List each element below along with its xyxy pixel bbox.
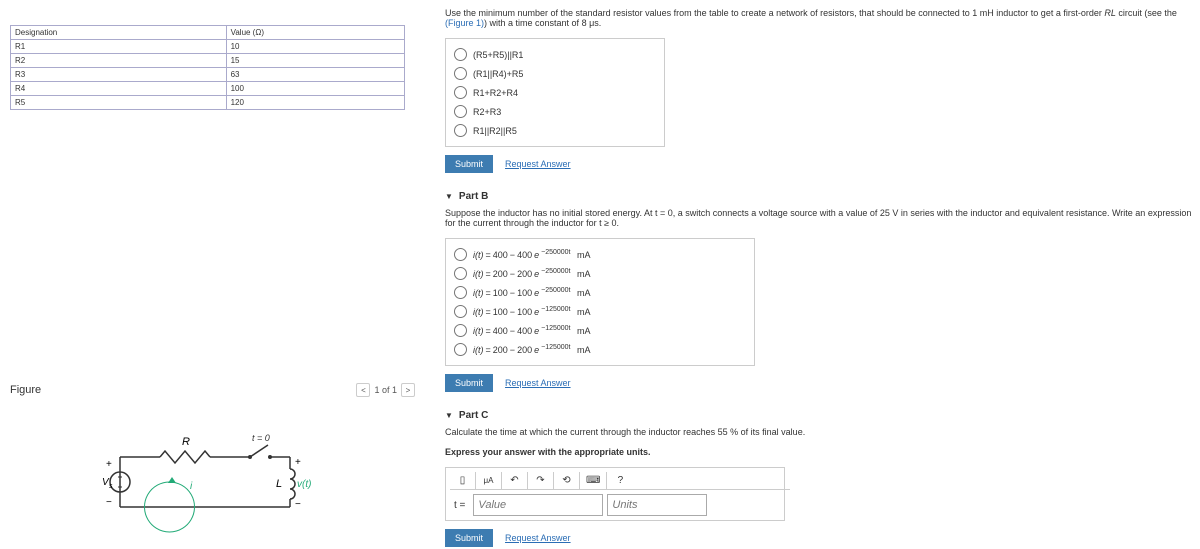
svg-text:t = 0: t = 0 [252, 433, 270, 443]
col-designation: Designation [11, 26, 227, 40]
figure-prev-button[interactable]: < [356, 383, 370, 397]
opt-a1[interactable] [454, 67, 467, 80]
request-answer-a[interactable]: Request Answer [505, 159, 571, 169]
units-input[interactable] [607, 494, 707, 516]
svg-text:+: + [106, 459, 112, 470]
part-c-prompt1: Calculate the time at which the current … [445, 427, 1192, 437]
submit-button-c[interactable]: Submit [445, 529, 493, 547]
t-label: t = [450, 494, 469, 516]
part-c-header[interactable]: ▼ Part C [445, 404, 1192, 427]
opt-a3[interactable] [454, 105, 467, 118]
opt-a4[interactable] [454, 124, 467, 137]
help-icon[interactable]: ? [607, 472, 633, 489]
reset-icon[interactable]: ⟲ [554, 472, 580, 489]
units-icon[interactable]: μA [476, 472, 502, 489]
opt-a2[interactable] [454, 86, 467, 99]
caret-down-icon: ▼ [445, 411, 453, 420]
caret-down-icon: ▼ [445, 192, 453, 201]
table-row: R215 [11, 54, 405, 68]
svg-text:i: i [190, 481, 193, 492]
opt-b0[interactable] [454, 248, 467, 261]
svg-text:v(t): v(t) [297, 479, 311, 490]
table-row: R5120 [11, 96, 405, 110]
part-b-header[interactable]: ▼ Part B [445, 185, 1192, 208]
resistor-table: Designation Value (Ω) R110 R215 R363 R41… [10, 25, 405, 110]
figure-count: 1 of 1 [374, 385, 397, 395]
part-a-prompt: Use the minimum number of the standard r… [445, 8, 1192, 28]
part-c-prompt2: Express your answer with the appropriate… [445, 447, 1192, 457]
undo-icon[interactable]: ↶ [502, 472, 528, 489]
submit-button-b[interactable]: Submit [445, 374, 493, 392]
opt-b5[interactable] [454, 343, 467, 356]
value-input[interactable] [473, 494, 603, 516]
table-row: R4100 [11, 82, 405, 96]
svg-text:s: s [109, 483, 113, 490]
figure-next-button[interactable]: > [401, 383, 415, 397]
part-b-options: i(t) = 400 − 400e−250000t mA i(t) = 200 … [445, 238, 755, 366]
part-b-prompt: Suppose the inductor has no initial stor… [445, 208, 1192, 228]
table-row: R110 [11, 40, 405, 54]
figure-label: Figure [10, 384, 41, 396]
svg-text:+: + [295, 457, 301, 468]
redo-icon[interactable]: ↷ [528, 472, 554, 489]
col-value: Value (Ω) [226, 26, 404, 40]
svg-text:−: − [106, 497, 112, 508]
opt-b2[interactable] [454, 286, 467, 299]
opt-b1[interactable] [454, 267, 467, 280]
part-a-options: (R5+R5)||R1 (R1||R4)+R5 R1+R2+R4 R2+R3 R… [445, 38, 665, 147]
svg-text:R: R [182, 436, 190, 448]
svg-text:L: L [276, 478, 282, 490]
figure-link[interactable]: (Figure 1) [445, 18, 484, 28]
svg-text:−: − [295, 499, 301, 510]
circuit-diagram: R t = 0 L v(t) + − [100, 427, 415, 539]
request-answer-c[interactable]: Request Answer [505, 533, 571, 543]
request-answer-b[interactable]: Request Answer [505, 378, 571, 388]
submit-button-a[interactable]: Submit [445, 155, 493, 173]
keyboard-icon[interactable]: ⌨ [580, 472, 607, 489]
table-row: R363 [11, 68, 405, 82]
figure-nav: < 1 of 1 > [356, 383, 415, 397]
opt-b4[interactable] [454, 324, 467, 337]
templates-icon[interactable]: ▯ [450, 472, 476, 489]
opt-b3[interactable] [454, 305, 467, 318]
opt-a0[interactable] [454, 48, 467, 61]
